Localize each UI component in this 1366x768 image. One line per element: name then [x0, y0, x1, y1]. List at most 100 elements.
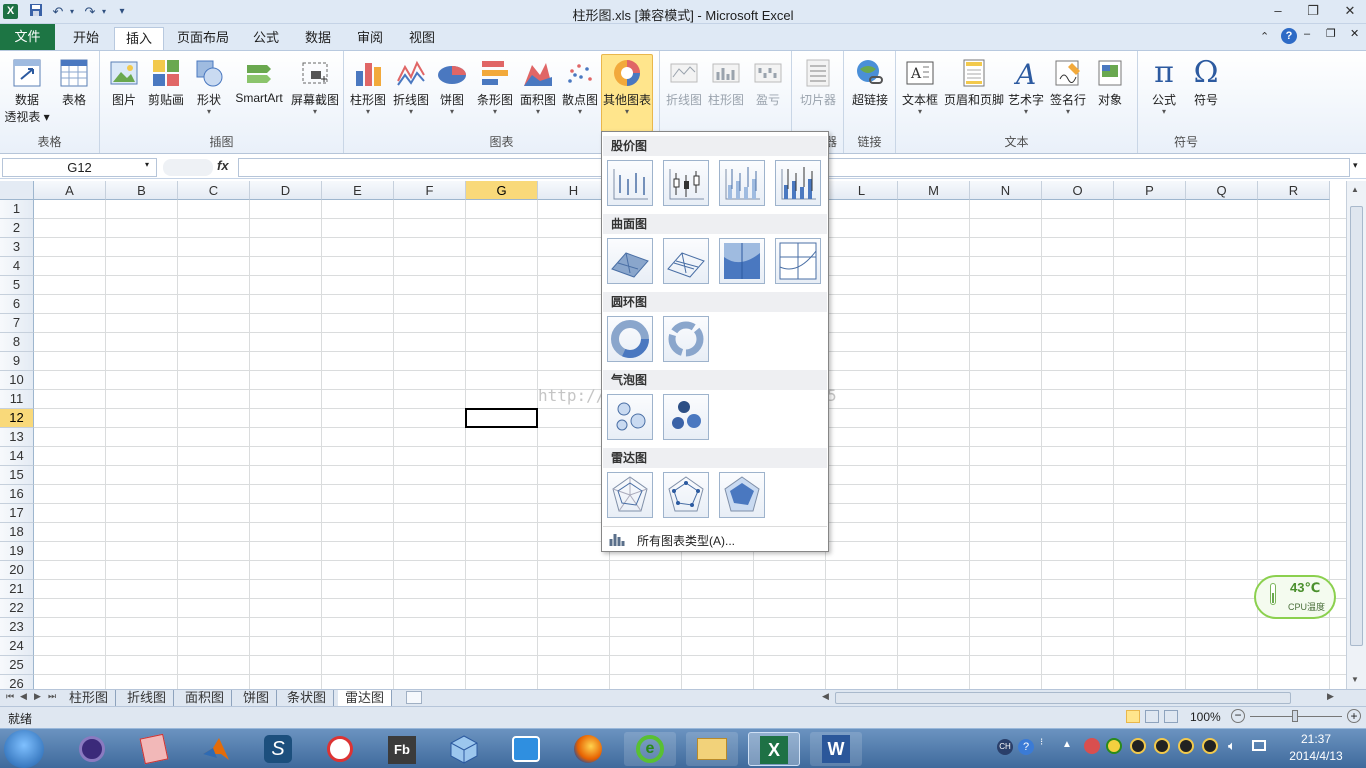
vertical-scrollbar[interactable]: ▲ ▼: [1346, 181, 1366, 689]
name-box-dropdown-icon[interactable]: ▾: [145, 160, 149, 169]
header-footer-button[interactable]: 页眉和页脚: [942, 55, 1006, 108]
stock-vhlc-chart-option[interactable]: [719, 160, 765, 206]
column-header-M[interactable]: M: [898, 181, 970, 200]
row-header-8[interactable]: 8: [0, 333, 34, 352]
workbook-close-button[interactable]: ✕: [1350, 27, 1359, 40]
ime-indicator-icon[interactable]: CH: [997, 739, 1013, 755]
qq-tray-icon[interactable]: [1130, 738, 1146, 754]
column-header-N[interactable]: N: [970, 181, 1042, 200]
row-header-13[interactable]: 13: [0, 428, 34, 447]
bar-chart-button[interactable]: 条形图 ▾: [474, 55, 516, 116]
tab-view[interactable]: 视图: [398, 27, 446, 50]
ie-taskbar-icon[interactable]: e: [624, 732, 676, 766]
page-layout-view-icon[interactable]: [1145, 710, 1159, 723]
qq-tray-icon-3[interactable]: [1178, 738, 1194, 754]
scroll-left-icon[interactable]: ◀: [822, 691, 829, 702]
object-button[interactable]: 对象: [1092, 55, 1128, 108]
cpu-temp-widget[interactable]: 43℃ CPU温度: [1254, 575, 1336, 619]
signature-line-button[interactable]: 签名行 ▾: [1048, 55, 1088, 116]
slicer-button[interactable]: 切片器: [796, 55, 840, 108]
matlab-taskbar-icon[interactable]: [190, 732, 242, 766]
screenshot-button[interactable]: 屏幕截图 ▾: [290, 55, 340, 116]
row-header-4[interactable]: 4: [0, 257, 34, 276]
tab-file[interactable]: 文件: [0, 24, 55, 50]
surface-contour-wireframe-chart-option[interactable]: [775, 238, 821, 284]
active-cell[interactable]: [465, 408, 538, 428]
all-chart-types-button[interactable]: 所有图表类型(A)...: [603, 526, 827, 551]
network-icon[interactable]: [1252, 740, 1266, 751]
select-all-corner[interactable]: [0, 181, 34, 200]
clock-date[interactable]: 2014/4/13: [1280, 749, 1352, 763]
tab-formulas[interactable]: 公式: [242, 27, 290, 50]
row-header-6[interactable]: 6: [0, 295, 34, 314]
tray-expand-icon[interactable]: ▲: [1062, 739, 1072, 750]
row-header-11[interactable]: 11: [0, 390, 34, 409]
textbox-button[interactable]: A 文本框 ▾: [900, 55, 940, 116]
zoom-in-button[interactable]: +: [1347, 709, 1361, 723]
column-header-P[interactable]: P: [1114, 181, 1186, 200]
ime-options-icon[interactable]: ⁝: [1040, 737, 1043, 748]
stock-vohlc-chart-option[interactable]: [775, 160, 821, 206]
sublime-taskbar-icon[interactable]: S: [252, 732, 304, 766]
hyperlink-button[interactable]: 超链接: [848, 55, 892, 108]
radar-markers-chart-option[interactable]: [663, 472, 709, 518]
column-header-G[interactable]: G: [466, 181, 538, 200]
word-taskbar-icon[interactable]: W: [810, 732, 862, 766]
volume-icon[interactable]: 🔈︎: [1228, 738, 1236, 754]
zoom-level[interactable]: 100%: [1190, 710, 1221, 724]
column-header-A[interactable]: A: [34, 181, 106, 200]
row-header-12[interactable]: 12: [0, 409, 34, 428]
restore-button[interactable]: ❐: [1299, 2, 1327, 20]
clock-time[interactable]: 21:37: [1286, 732, 1346, 746]
column-header-O[interactable]: O: [1042, 181, 1114, 200]
zoom-slider-thumb[interactable]: [1292, 710, 1298, 722]
surface-3d-chart-option[interactable]: [607, 238, 653, 284]
sheet-tab-bar[interactable]: 条状图: [280, 690, 335, 706]
ime-help-icon[interactable]: ?: [1018, 739, 1034, 755]
column-header-H[interactable]: H: [538, 181, 610, 200]
scroll-right-icon[interactable]: ▶: [1327, 691, 1334, 702]
horizontal-scroll-thumb[interactable]: [835, 692, 1291, 704]
start-button[interactable]: [4, 730, 44, 768]
formula-bar-resize-handle[interactable]: [163, 159, 213, 176]
row-header-3[interactable]: 3: [0, 238, 34, 257]
last-sheet-icon[interactable]: ⏭: [48, 691, 56, 702]
help-icon[interactable]: ?: [1281, 28, 1297, 44]
row-header-16[interactable]: 16: [0, 485, 34, 504]
row-header-15[interactable]: 15: [0, 466, 34, 485]
shapes-button[interactable]: 形状 ▾: [192, 55, 226, 116]
normal-view-icon[interactable]: [1126, 710, 1140, 723]
smartart-button[interactable]: SmartArt: [230, 55, 288, 105]
workbook-restore-button[interactable]: ❐: [1326, 27, 1336, 40]
bubble-chart-option[interactable]: [607, 394, 653, 440]
scroll-down-icon[interactable]: ▼: [1351, 675, 1359, 684]
row-header-23[interactable]: 23: [0, 618, 34, 637]
workbook-minimize-button[interactable]: –: [1304, 28, 1310, 40]
snipping-tool-taskbar-icon[interactable]: [314, 732, 366, 766]
row-header-22[interactable]: 22: [0, 599, 34, 618]
row-header-20[interactable]: 20: [0, 561, 34, 580]
column-header-D[interactable]: D: [250, 181, 322, 200]
row-header-2[interactable]: 2: [0, 219, 34, 238]
excel-taskbar-icon[interactable]: X: [748, 732, 800, 766]
bubble-3d-chart-option[interactable]: [663, 394, 709, 440]
surface-contour-chart-option[interactable]: [719, 238, 765, 284]
row-header-18[interactable]: 18: [0, 523, 34, 542]
qq-tray-icon-4[interactable]: [1202, 738, 1218, 754]
expand-formula-bar-icon[interactable]: ▾: [1353, 160, 1358, 171]
column-header-R[interactable]: R: [1258, 181, 1330, 200]
close-button[interactable]: ✕: [1336, 2, 1364, 20]
row-header-17[interactable]: 17: [0, 504, 34, 523]
zoom-out-button[interactable]: −: [1231, 709, 1245, 723]
other-charts-button[interactable]: 其他图表 ▾: [601, 54, 653, 132]
radar-chart-option[interactable]: [607, 472, 653, 518]
sparkline-line-button[interactable]: 折线图: [664, 55, 704, 108]
picture-button[interactable]: 图片: [106, 55, 142, 108]
scatter-chart-button[interactable]: 散点图 ▾: [560, 55, 600, 116]
insert-function-icon[interactable]: fx: [217, 158, 229, 173]
column-header-C[interactable]: C: [178, 181, 250, 200]
row-header-9[interactable]: 9: [0, 352, 34, 371]
tab-insert[interactable]: 插入: [114, 27, 165, 50]
baidu-cloud-taskbar-icon[interactable]: [500, 732, 552, 766]
tab-page-layout[interactable]: 页面布局: [166, 27, 240, 50]
